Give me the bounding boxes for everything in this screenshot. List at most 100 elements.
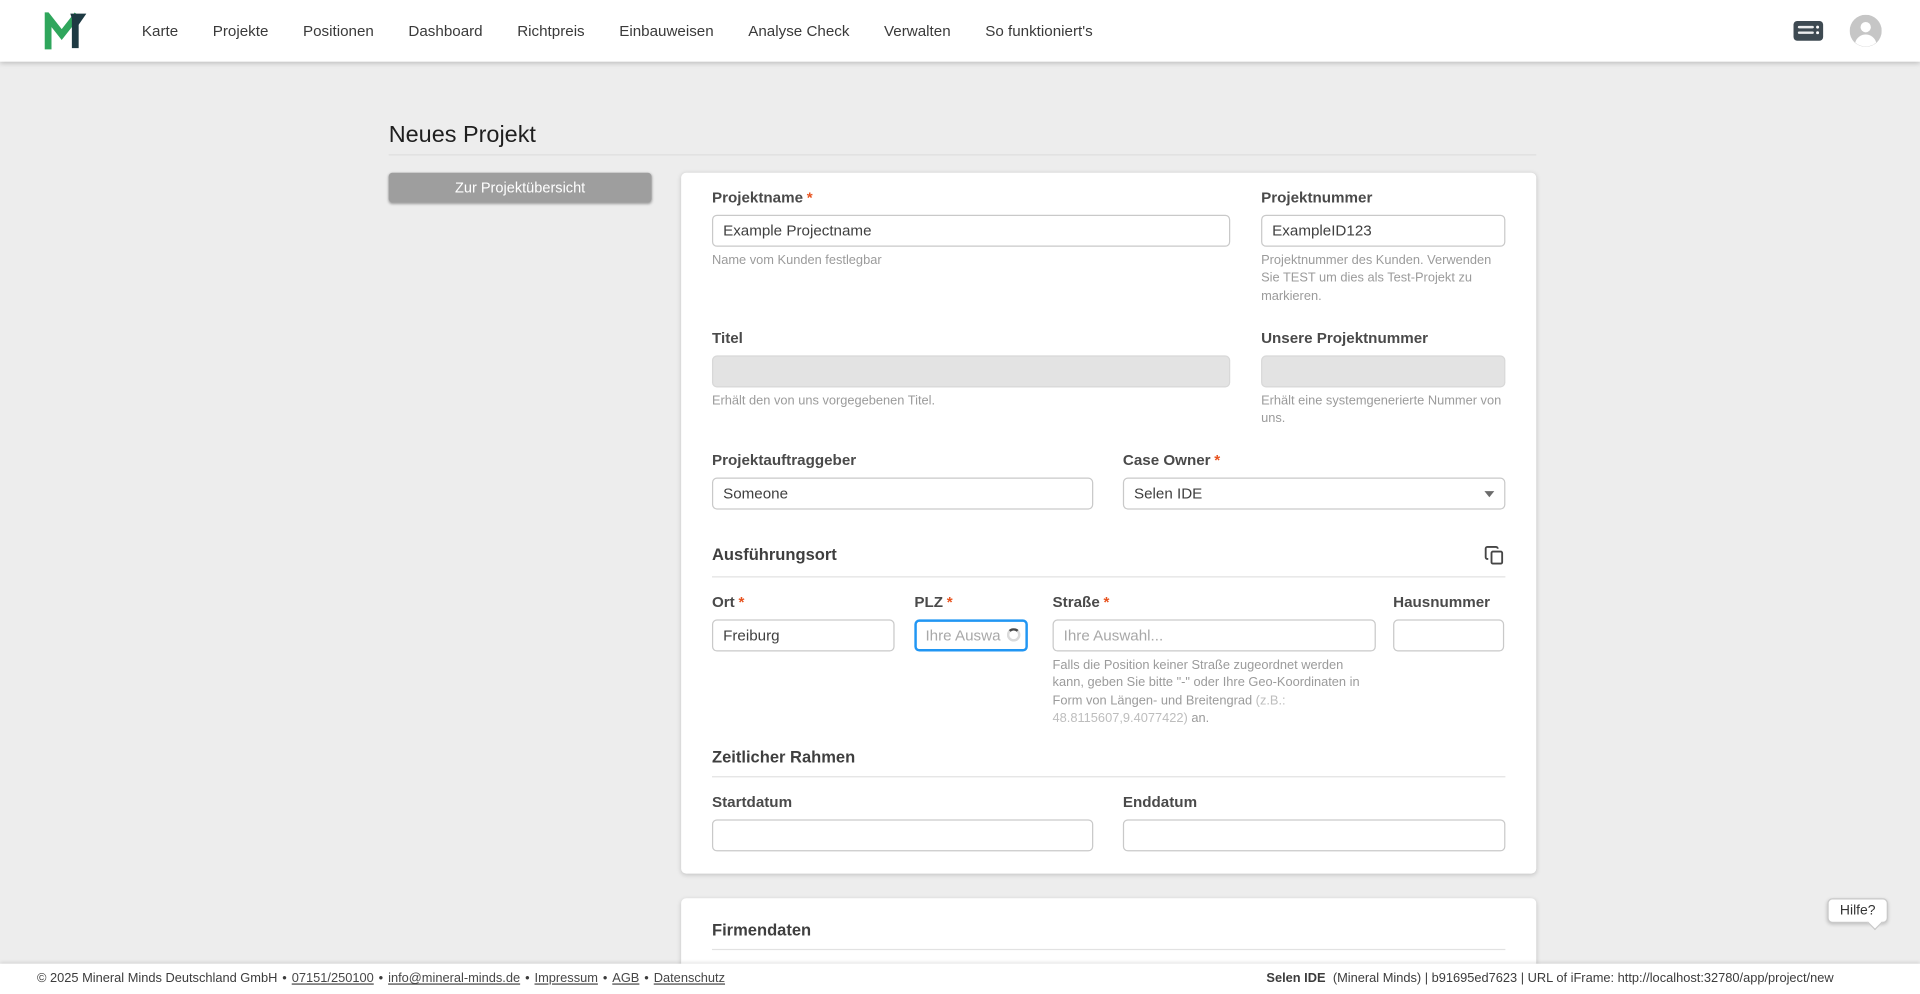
projektnummer-label-text: Projektnummer [1261, 188, 1373, 207]
server-icon[interactable] [1793, 20, 1824, 42]
separator: • [602, 972, 608, 986]
unsere-projektnummer-label: Unsere Projektnummer [1261, 328, 1505, 348]
projektnummer-input[interactable] [1261, 214, 1506, 247]
required-asterisk: * [1103, 593, 1110, 611]
ort-label: Ort * [712, 592, 895, 612]
footer-email-link[interactable]: info@mineral-minds.de [388, 972, 520, 986]
section-divider [711, 776, 1506, 778]
left-column: Zur Projektübersicht [388, 172, 652, 203]
page-title: Neues Projekt [388, 122, 536, 149]
nav-item-analyse-check[interactable]: Analyse Check [748, 22, 849, 39]
form-row-5: Startdatum Enddatum [711, 792, 1506, 852]
strasse-helper-main: Falls die Position keiner Straße zugeord… [1052, 658, 1360, 708]
footer-user-name: Selen IDE [1266, 972, 1326, 986]
strasse-input[interactable] [1052, 619, 1376, 652]
enddatum-label-text: Enddatum [1122, 793, 1198, 811]
case-owner-select[interactable]: Selen IDE [1122, 477, 1506, 510]
strasse-field: Straße * Falls die Position keiner Straß… [1052, 592, 1376, 728]
nav-item-richtpreis[interactable]: Richtpreis [517, 22, 584, 39]
zeitlicher-rahmen-section-header: Zeitlicher Rahmen [712, 748, 1505, 767]
section-divider [711, 949, 1506, 951]
case-owner-value: Selen IDE [1133, 484, 1203, 502]
form-row-1: Projektname * Name vom Kunden festlegbar… [711, 188, 1506, 307]
nav-item-einbauweisen[interactable]: Einbauweisen [619, 22, 713, 39]
strasse-label: Straße * [1053, 592, 1376, 612]
hausnummer-field: Hausnummer [1393, 592, 1505, 728]
separator: • [282, 972, 287, 986]
copy-icon[interactable] [1483, 544, 1505, 566]
footer-agb-link[interactable]: AGB [612, 972, 639, 986]
footer: © 2025 Mineral Minds Deutschland GmbH • … [0, 963, 1920, 994]
projektname-label-text: Projektname [711, 188, 804, 207]
projektnummer-helper: Projektnummer des Kunden. Verwenden Sie … [1261, 254, 1492, 304]
main-nav: Karte Projekte Positionen Dashboard Rich… [142, 22, 1093, 39]
required-asterisk: * [946, 593, 953, 611]
startdatum-label: Startdatum [712, 792, 1093, 812]
topbar-right-icons [1793, 14, 1882, 47]
section-title-firmendaten: Firmendaten [711, 920, 812, 940]
separator: • [644, 972, 649, 986]
startdatum-input[interactable] [711, 819, 1094, 852]
mineral-minds-logo[interactable] [44, 12, 87, 50]
nav-item-karte[interactable]: Karte [142, 22, 178, 39]
ort-input[interactable] [711, 619, 895, 652]
unsere-projektnummer-input [1261, 355, 1506, 388]
titel-input [711, 355, 1231, 388]
startdatum-field: Startdatum [711, 792, 1094, 852]
enddatum-input[interactable] [1122, 819, 1506, 852]
plz-label: PLZ * [914, 592, 1028, 612]
avatar[interactable] [1849, 14, 1882, 47]
plz-label-text: PLZ [914, 593, 944, 611]
strasse-label-text: Straße [1052, 593, 1100, 611]
titel-label: Titel [712, 328, 1230, 348]
strasse-helper-suffix: an. [1187, 711, 1210, 726]
unsere-projektnummer-label-text: Unsere Projektnummer [1261, 329, 1429, 347]
projektname-field: Projektname * Name vom Kunden festlegbar [711, 188, 1231, 307]
case-owner-field: Case Owner * Selen IDE [1122, 450, 1506, 510]
unsere-projektnummer-field: Unsere Projektnummer Erhält eine systemg… [1261, 328, 1506, 429]
projektname-input[interactable] [711, 214, 1231, 247]
hausnummer-input[interactable] [1393, 619, 1505, 652]
footer-session-info: (Mineral Minds) | b91695ed7623 | URL of … [1332, 972, 1834, 986]
nav-item-positionen[interactable]: Positionen [303, 22, 374, 39]
projektauftraggeber-label-text: Projektauftraggeber [711, 451, 857, 469]
logo-icon [44, 12, 87, 50]
copyright-text: © 2025 Mineral Minds Deutschland GmbH [37, 972, 278, 986]
form-row-2: Titel Erhält den von uns vorgegebenen Ti… [711, 328, 1506, 429]
required-asterisk: * [1214, 451, 1221, 469]
nav-item-so-funktionierts[interactable]: So funktioniert's [985, 22, 1092, 39]
footer-impressum-link[interactable]: Impressum [535, 972, 598, 986]
titel-field: Titel Erhält den von uns vorgegebenen Ti… [711, 328, 1231, 429]
help-button[interactable]: Hilfe? [1827, 898, 1888, 923]
enddatum-field: Enddatum [1122, 792, 1506, 852]
footer-session: Selen IDE (Mineral Minds) | b91695ed7623… [1266, 972, 1833, 986]
nav-item-projekte[interactable]: Projekte [213, 22, 269, 39]
enddatum-label: Enddatum [1123, 792, 1506, 812]
separator: • [525, 972, 530, 986]
projektauftraggeber-input[interactable] [711, 477, 1094, 510]
projektnummer-label: Projektnummer [1261, 188, 1505, 208]
projektname-label: Projektname * [712, 188, 1230, 208]
nav-item-verwalten[interactable]: Verwalten [884, 22, 951, 39]
nav-item-dashboard[interactable]: Dashboard [408, 22, 482, 39]
ort-field: Ort * [711, 592, 895, 728]
case-owner-label: Case Owner * [1123, 450, 1506, 470]
footer-datenschutz-link[interactable]: Datenschutz [654, 972, 725, 986]
footer-phone-link[interactable]: 07151/250100 [292, 972, 374, 986]
footer-left: © 2025 Mineral Minds Deutschland GmbH • … [37, 972, 725, 986]
form-row-3: Projektauftraggeber Case Owner * Selen I… [711, 450, 1506, 510]
hausnummer-label: Hausnummer [1393, 592, 1504, 612]
startdatum-label-text: Startdatum [711, 793, 793, 811]
top-navigation-bar: Karte Projekte Positionen Dashboard Rich… [0, 0, 1920, 62]
projektauftraggeber-label: Projektauftraggeber [712, 450, 1093, 470]
strasse-helper: Falls die Position keiner Straße zugeord… [1053, 657, 1376, 728]
required-asterisk: * [806, 188, 813, 207]
projektauftraggeber-field: Projektauftraggeber [711, 450, 1094, 510]
separator: • [378, 972, 384, 986]
main-content: Neues Projekt Zur Projektübersicht Proje… [0, 62, 1920, 994]
ort-label-text: Ort [711, 593, 735, 611]
back-to-projects-button[interactable]: Zur Projektübersicht [388, 172, 652, 203]
unsere-projektnummer-helper: Erhält eine systemgenerierte Nummer von … [1261, 394, 1502, 427]
titel-helper: Erhält den von uns vorgegebenen Titel. [711, 394, 936, 409]
case-owner-label-text: Case Owner [1122, 451, 1211, 469]
